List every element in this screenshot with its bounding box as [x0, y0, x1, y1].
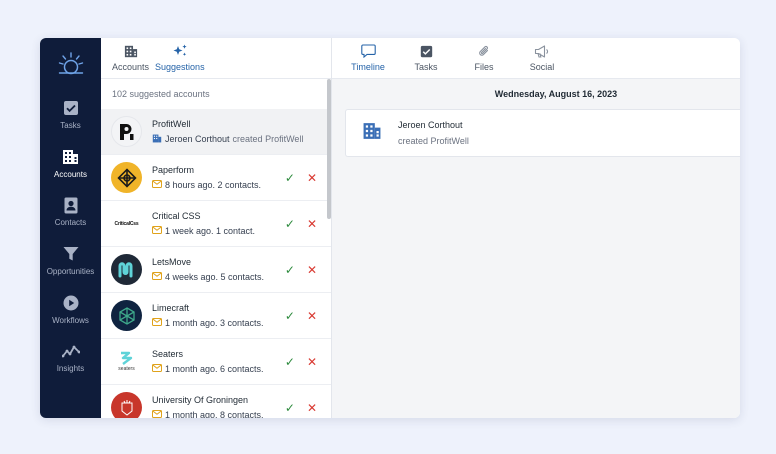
critical-css-logo: CriticalCss: [111, 208, 142, 239]
sparkle-icon: [172, 44, 188, 58]
speech-bubble-icon: [360, 44, 376, 58]
list-item[interactable]: LetsMove 4 weeks ago. 5 contacts. ✓ ✕: [101, 247, 331, 293]
list-item[interactable]: CriticalCss Critical CSS 1 week ago. 1 c…: [101, 201, 331, 247]
list-item[interactable]: Paperform 8 hours ago. 2 contacts. ✓ ✕: [101, 155, 331, 201]
created-text: created ProfitWell: [232, 134, 304, 144]
account-name: ProfitWell: [152, 118, 191, 129]
sidebar-item-label: Contacts: [54, 218, 87, 228]
list-item[interactable]: University Of Groningen 1 month ago. 8 c…: [101, 385, 331, 418]
accept-check-icon[interactable]: ✓: [285, 218, 295, 230]
envelope-icon: [152, 410, 162, 418]
suggestion-meta: 1 month ago. 3 contacts.: [165, 318, 264, 328]
reject-x-icon[interactable]: ✕: [307, 264, 317, 276]
contact-card-icon: [62, 196, 80, 214]
account-name: Paperform: [152, 165, 195, 175]
play-circle-icon: [62, 294, 80, 312]
paperclip-icon: [478, 44, 490, 58]
accept-check-icon[interactable]: ✓: [285, 310, 295, 322]
detail-panel: Timeline Tasks Files Social Wednesday, A…: [332, 38, 740, 418]
tab-label: Files: [474, 62, 494, 72]
tab-label: Accounts: [112, 62, 150, 72]
tab-accounts[interactable]: Accounts: [111, 38, 150, 78]
sidebar-item-label: Insights: [56, 364, 85, 374]
sidebar-item-label: Workflows: [52, 315, 89, 325]
sidebar-item-insights[interactable]: Insights: [40, 333, 101, 382]
university-groningen-logo: [111, 392, 142, 418]
suggestion-meta: 1 month ago. 8 contacts.: [165, 410, 264, 418]
accounts-tabs: Accounts Suggestions: [101, 38, 331, 79]
list-item[interactable]: ProfitWell Jeroen Corthout created Profi…: [101, 109, 331, 155]
sidebar: Tasks Accounts Contacts Opportunities Wo…: [40, 38, 101, 418]
sidebar-item-label: Opportunities: [46, 266, 95, 276]
tab-suggestions[interactable]: Suggestions: [154, 38, 206, 78]
checkbox-icon: [62, 99, 80, 117]
detail-tabs: Timeline Tasks Files Social: [332, 38, 740, 79]
reject-x-icon[interactable]: ✕: [307, 172, 317, 184]
suggestions-list: ProfitWell Jeroen Corthout created Profi…: [101, 109, 331, 418]
accounts-panel: Accounts Suggestions 102 suggested accou…: [101, 38, 332, 418]
account-name: Seaters: [152, 349, 184, 359]
tab-timeline[interactable]: Timeline: [339, 38, 397, 78]
suggestion-meta: 4 weeks ago. 5 contacts.: [165, 272, 265, 282]
app-window: Tasks Accounts Contacts Opportunities Wo…: [40, 38, 740, 418]
tab-label: Timeline: [351, 62, 385, 72]
accept-check-icon[interactable]: ✓: [285, 356, 295, 368]
tab-files[interactable]: Files: [455, 38, 513, 78]
building-icon: [62, 148, 80, 166]
timeline-entry-title: Jeroen Corthout: [398, 120, 463, 130]
app-logo-icon[interactable]: [40, 38, 101, 90]
tab-label: Suggestions: [155, 62, 205, 72]
accept-check-icon[interactable]: ✓: [285, 264, 295, 276]
suggestion-meta: 1 week ago. 1 contact.: [165, 226, 256, 236]
building-icon: [152, 134, 162, 145]
tab-tasks[interactable]: Tasks: [397, 38, 455, 78]
account-name: LetsMove: [152, 257, 192, 267]
letsmove-logo: [111, 254, 142, 285]
funnel-icon: [62, 245, 80, 263]
timeline-entry-subtitle: created ProfitWell: [398, 136, 469, 146]
envelope-icon: [152, 272, 162, 282]
profitwell-logo: [111, 116, 142, 147]
seaters-logo: seaters: [111, 346, 142, 377]
account-name: Critical CSS: [152, 211, 201, 221]
suggested-accounts-count: 102 suggested accounts: [112, 89, 210, 99]
reject-x-icon[interactable]: ✕: [307, 218, 317, 230]
timeline-entry[interactable]: Jeroen Corthout created ProfitWell: [345, 109, 740, 157]
paperform-logo: [111, 162, 142, 193]
sidebar-item-tasks[interactable]: Tasks: [40, 90, 101, 139]
sidebar-item-opportunities[interactable]: Opportunities: [40, 236, 101, 285]
envelope-icon: [152, 318, 162, 328]
tab-label: Tasks: [414, 62, 438, 72]
sidebar-item-workflows[interactable]: Workflows: [40, 285, 101, 334]
list-scrollbar[interactable]: [327, 79, 331, 219]
account-name: University Of Groningen: [152, 395, 249, 405]
timeline-date: Wednesday, August 16, 2023: [494, 89, 618, 99]
envelope-icon: [152, 226, 162, 236]
reject-x-icon[interactable]: ✕: [307, 310, 317, 322]
trend-line-icon: [61, 342, 80, 360]
tab-label: Social: [529, 62, 555, 72]
megaphone-icon: [534, 44, 550, 58]
creator-name: Jeroen Corthout: [165, 134, 230, 144]
sidebar-item-contacts[interactable]: Contacts: [40, 187, 101, 236]
envelope-icon: [152, 364, 162, 374]
suggestion-meta: 1 month ago. 6 contacts.: [165, 364, 264, 374]
sidebar-item-label: Accounts: [54, 169, 87, 179]
checkbox-icon: [420, 44, 433, 58]
sidebar-item-label: Tasks: [60, 120, 81, 130]
limecraft-logo: [111, 300, 142, 331]
building-icon: [362, 122, 382, 145]
reject-x-icon[interactable]: ✕: [307, 402, 317, 414]
suggestion-meta: 8 hours ago. 2 contacts.: [165, 180, 262, 190]
accept-check-icon[interactable]: ✓: [285, 172, 295, 184]
reject-x-icon[interactable]: ✕: [307, 356, 317, 368]
sidebar-item-accounts[interactable]: Accounts: [40, 139, 101, 188]
tab-social[interactable]: Social: [513, 38, 571, 78]
list-item[interactable]: seaters Seaters 1 month ago. 6 contacts.…: [101, 339, 331, 385]
accept-check-icon[interactable]: ✓: [285, 402, 295, 414]
list-item[interactable]: Limecraft 1 month ago. 3 contacts. ✓ ✕: [101, 293, 331, 339]
building-icon: [124, 44, 138, 58]
account-name: Limecraft: [152, 303, 190, 313]
envelope-icon: [152, 180, 162, 190]
